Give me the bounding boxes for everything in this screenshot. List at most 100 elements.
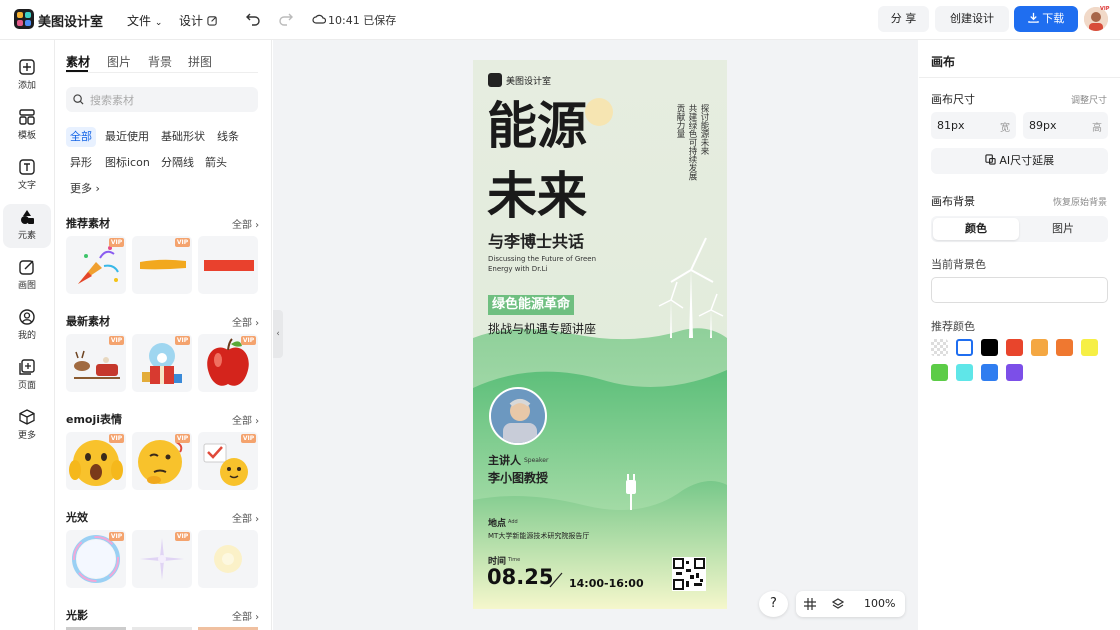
asset-brush-stroke[interactable]: VIP: [132, 236, 192, 294]
layers-icon[interactable]: [832, 598, 844, 610]
redo-icon[interactable]: [278, 12, 294, 26]
tab-backgrounds[interactable]: 背景: [148, 53, 172, 70]
emoji-all-link[interactable]: 全部 ›: [232, 412, 259, 427]
ai-size-extend-button[interactable]: AI尺寸延展: [931, 148, 1108, 174]
height-unit: 高: [1092, 123, 1102, 134]
poster-canvas[interactable]: 美图设计室 能源 未来 与李博士共话 Discussing the Future…: [473, 60, 727, 609]
swatch-yellow[interactable]: [1081, 339, 1098, 356]
swatch-light-orange[interactable]: [1031, 339, 1048, 356]
vip-badge: VIP: [175, 434, 190, 443]
nav-more[interactable]: 更多: [3, 404, 51, 448]
swatch-purple[interactable]: [1006, 364, 1023, 381]
chip-icons[interactable]: 图标icon: [101, 153, 154, 173]
all-label: 全部: [232, 514, 252, 525]
recommended-all-link[interactable]: 全部 ›: [232, 216, 259, 231]
poster-tag: 绿色能源革命: [488, 295, 575, 315]
swatch-white[interactable]: [956, 339, 973, 356]
nav-draw[interactable]: 画图: [3, 254, 51, 298]
current-bg-color-field[interactable]: [931, 277, 1108, 303]
search-input[interactable]: 搜索素材: [66, 87, 258, 112]
all-label: 全部: [232, 318, 252, 329]
chip-all[interactable]: 全部: [66, 127, 96, 147]
light-effects-all-link[interactable]: 全部 ›: [232, 510, 259, 525]
swatch-blue[interactable]: [981, 364, 998, 381]
chip-dividers[interactable]: 分隔线: [157, 153, 198, 173]
chip-arrows[interactable]: 箭头: [201, 153, 231, 173]
share-button[interactable]: 分 享: [878, 6, 929, 32]
asset-party-popper[interactable]: VIP: [66, 236, 126, 294]
nav-templates[interactable]: 模板: [3, 104, 51, 148]
ai-size-extend-label: AI尺寸延展: [999, 154, 1055, 167]
swatch-red[interactable]: [1006, 339, 1023, 356]
swatch-orange[interactable]: [1056, 339, 1073, 356]
undo-icon[interactable]: [245, 12, 261, 26]
asset-emoji-sign[interactable]: VIP: [198, 432, 258, 490]
nav-pages[interactable]: 页面: [3, 354, 51, 398]
latest-all-link[interactable]: 全部 ›: [232, 314, 259, 329]
resize-icon: [985, 154, 996, 165]
canvas-size-label: 画布尺寸: [931, 93, 975, 106]
design-menu[interactable]: 设计: [179, 12, 218, 29]
swatch-transparent[interactable]: [931, 339, 948, 356]
chip-irregular[interactable]: 异形: [66, 153, 96, 173]
asset-bubble-ring[interactable]: VIP: [66, 530, 126, 588]
asset-emoji-shocked[interactable]: VIP: [66, 432, 126, 490]
tab-images[interactable]: 图片: [107, 53, 131, 70]
nav-elements[interactable]: 元素: [3, 204, 51, 248]
asset-glow-light[interactable]: [198, 530, 258, 588]
nav-mine[interactable]: 我的: [3, 304, 51, 348]
edit-icon: [207, 16, 217, 26]
speaker-label-en: Speaker: [524, 457, 549, 464]
vip-badge: VIP: [109, 532, 124, 541]
poster-tagline: 挑战与机遇专题讲座: [488, 322, 597, 336]
asset-panel: 素材 图片 背景 拼图 搜索素材 全部 最近使用 基础形状 线条 异形 图标ic…: [56, 40, 272, 630]
vip-badge: VIP: [241, 434, 256, 443]
swatch-cyan[interactable]: [956, 364, 973, 381]
height-input[interactable]: 89px 高: [1023, 112, 1108, 139]
segment-color[interactable]: 颜色: [933, 218, 1019, 240]
grid-icon[interactable]: [804, 598, 816, 610]
chip-more[interactable]: 更多 ›: [66, 179, 104, 199]
nav-pages-label: 页面: [17, 381, 36, 391]
nav-add[interactable]: 添加: [3, 54, 51, 98]
qr-code-icon: [672, 557, 706, 591]
asset-emoji-thinking[interactable]: VIP: [132, 432, 192, 490]
asset-snow-globe-gift[interactable]: VIP: [132, 334, 192, 392]
poster-vertical-text-1: 探讨能源未来: [699, 104, 709, 155]
adjust-size-link[interactable]: 调整尺寸: [1071, 93, 1107, 106]
vip-badge: VIP: [175, 532, 190, 541]
file-menu[interactable]: 文件 ⌄: [127, 12, 162, 29]
shapes-icon: [21, 210, 34, 224]
asset-sparkle-light[interactable]: VIP: [132, 530, 192, 588]
asset-reindeer-sleigh[interactable]: VIP: [66, 334, 126, 392]
speaker-name: 李小图教授: [488, 471, 549, 485]
segment-image[interactable]: 图片: [1020, 218, 1106, 240]
light-shadow-all-link[interactable]: 全部 ›: [232, 608, 259, 623]
chip-recent[interactable]: 最近使用: [101, 127, 153, 147]
download-button[interactable]: 下载: [1014, 6, 1078, 32]
section-recommended: 推荐素材: [66, 217, 110, 230]
current-bg-label: 当前背景色: [931, 258, 986, 271]
asset-red-apple[interactable]: VIP: [198, 334, 258, 392]
app-logo-icon[interactable]: [14, 9, 34, 29]
cube-icon: [19, 409, 35, 425]
tab-materials[interactable]: 素材: [66, 53, 90, 70]
recommended-colors-label: 推荐颜色: [931, 320, 975, 333]
tab-collage[interactable]: 拼图: [188, 53, 212, 70]
top-bar: 美图设计室 文件 ⌄ 设计 10:41 已保存 分 享 创建设计 下载 VIP: [0, 0, 1120, 40]
event-time: 14:00-16:00: [569, 577, 644, 590]
width-input[interactable]: 81px 宽: [931, 112, 1016, 139]
help-button[interactable]: ?: [759, 591, 788, 617]
nav-text[interactable]: 文字: [3, 154, 51, 198]
asset-red-bar[interactable]: [198, 236, 258, 294]
canvas-area[interactable]: 美图设计室 能源 未来 与李博士共话 Discussing the Future…: [273, 40, 918, 630]
chip-lines[interactable]: 线条: [213, 127, 243, 147]
swatch-green[interactable]: [931, 364, 948, 381]
zoom-level[interactable]: 100%: [864, 597, 895, 610]
collapse-panel-button[interactable]: ‹: [273, 310, 283, 358]
chip-basic-shapes[interactable]: 基础形状: [157, 127, 209, 147]
create-design-button[interactable]: 创建设计: [935, 6, 1009, 32]
swatch-black[interactable]: [981, 339, 998, 356]
restore-background-link[interactable]: 恢复原始背景: [1053, 195, 1107, 208]
app-name[interactable]: 美图设计室: [38, 11, 103, 30]
